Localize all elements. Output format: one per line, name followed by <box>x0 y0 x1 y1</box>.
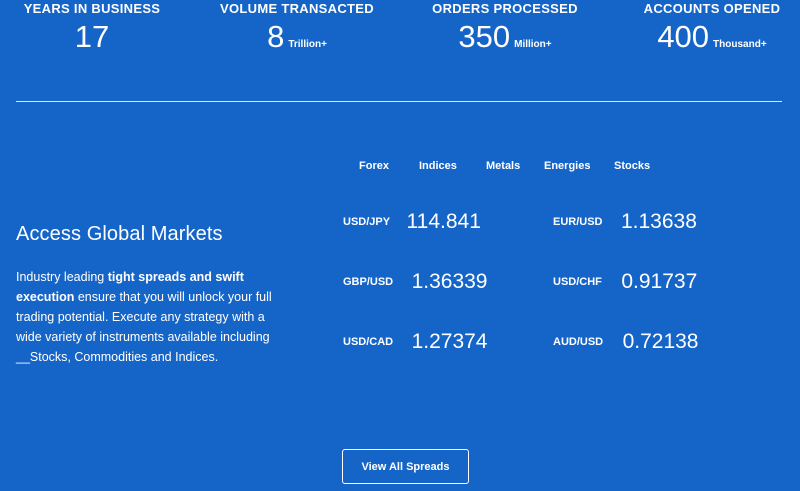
quote-price: 1.13638 <box>620 210 697 233</box>
stat-unit: Thousand+ <box>713 39 767 50</box>
tab-forex[interactable]: Forex <box>359 160 389 172</box>
stat-accounts: ACCOUNTS OPENED 400 Thousand+ <box>612 0 800 54</box>
tab-energies[interactable]: Energies <box>544 160 590 172</box>
tab-metals[interactable]: Metals <box>486 160 520 172</box>
markets-description: Industry leading tight spreads and swift… <box>16 267 291 367</box>
stat-value-row: 400 Thousand+ <box>612 20 800 54</box>
section-divider <box>16 101 782 102</box>
quote-row: USD/CHF 0.91737 <box>553 270 697 294</box>
stat-label: VOLUME TRANSACTED <box>220 1 374 16</box>
stat-value: 17 <box>74 19 110 54</box>
stat-orders: ORDERS PROCESSED 350 Million+ <box>405 0 605 54</box>
instrument-tabs: Forex Indices Metals Energies Stocks <box>0 160 800 176</box>
quote-price: 0.91737 <box>621 270 698 293</box>
quote-price: 0.72138 <box>622 330 699 353</box>
stat-unit: Trillion+ <box>288 39 327 50</box>
quote-price: 1.36339 <box>411 270 488 293</box>
view-all-spreads-button[interactable]: View All Spreads <box>342 449 469 484</box>
markets-heading: Access Global Markets <box>16 223 223 245</box>
quote-pair: USD/JPY <box>343 216 391 228</box>
quote-pair: USD/CHF <box>553 276 602 288</box>
quote-pair: EUR/USD <box>553 216 603 228</box>
quote-pair: AUD/USD <box>553 336 604 348</box>
stat-label: ORDERS PROCESSED <box>432 1 578 16</box>
stat-years: YEARS IN BUSINESS 17 <box>0 0 192 54</box>
quote-row: GBP/USD 1.36339 <box>343 270 488 294</box>
quote-row: USD/JPY 114.841 <box>343 210 481 234</box>
quote-row: EUR/USD 1.13638 <box>553 210 697 234</box>
stat-value: 350 <box>458 19 511 54</box>
stat-value: 400 <box>657 19 710 54</box>
stat-value: 8 <box>267 19 285 54</box>
stat-value-row: 8 Trillion+ <box>197 20 397 54</box>
desc-text: Industry leading <box>16 270 108 284</box>
quote-price: 1.27374 <box>411 330 488 353</box>
tab-indices[interactable]: Indices <box>419 160 457 172</box>
stat-label: YEARS IN BUSINESS <box>23 1 161 16</box>
quote-row: USD/CAD 1.27374 <box>343 330 488 354</box>
quote-pair: GBP/USD <box>343 276 394 288</box>
tab-stocks[interactable]: Stocks <box>614 160 650 172</box>
quote-pair: USD/CAD <box>343 336 394 348</box>
quote-row: AUD/USD 0.72138 <box>553 330 699 354</box>
stats-bar: YEARS IN BUSINESS 17 VOLUME TRANSACTED 8… <box>0 0 800 70</box>
stat-label: ACCOUNTS OPENED <box>643 1 781 16</box>
stat-value-row: 17 <box>0 20 192 54</box>
quote-price: 114.841 <box>406 210 481 233</box>
stat-unit: Million+ <box>514 39 552 50</box>
stat-value-row: 350 Million+ <box>405 20 605 54</box>
stat-volume: VOLUME TRANSACTED 8 Trillion+ <box>197 0 397 54</box>
